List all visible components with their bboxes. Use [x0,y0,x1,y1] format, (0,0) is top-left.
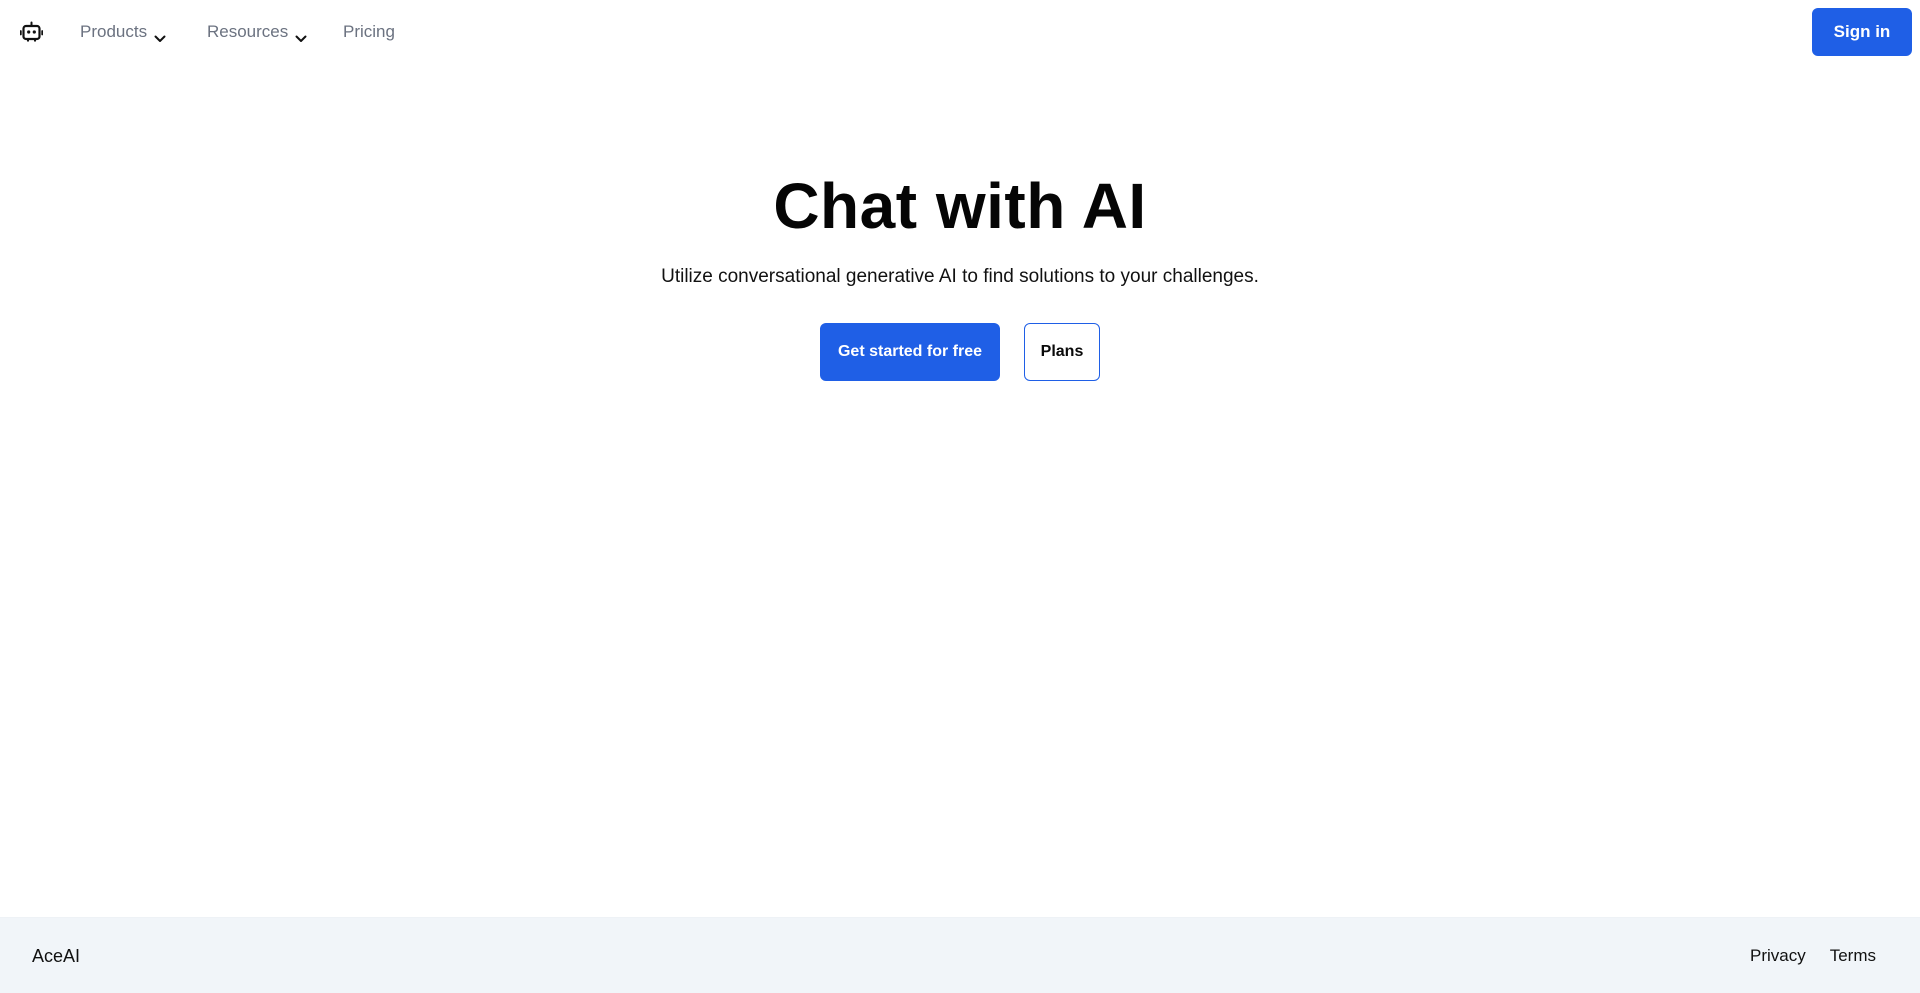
chevron-down-icon [154,28,166,42]
hero-title: Chat with AI [773,170,1147,242]
plans-button[interactable]: Plans [1024,323,1100,381]
footer-brand: AceAI [32,945,81,966]
footer: AceAI Privacy Terms [0,917,1920,993]
top-navbar: Products Resources Pricing Sign in [0,0,1920,64]
page: Products Resources Pricing Sign in Chat … [0,0,1920,993]
privacy-link[interactable]: Privacy [1750,946,1806,966]
chevron-down-icon [295,28,307,42]
nav-products-label: Products [80,22,148,41]
nav-pricing[interactable]: Pricing [343,22,395,42]
main-nav: Products Resources Pricing [80,0,395,64]
hero-subtitle: Utilize conversational generative AI to … [661,266,1259,287]
footer-links: Privacy Terms [1750,918,1876,993]
terms-link[interactable]: Terms [1830,946,1876,966]
nav-resources[interactable]: Resources [207,22,343,42]
hero-section: Chat with AI Utilize conversational gene… [0,160,1920,381]
get-started-button[interactable]: Get started for free [820,323,1000,381]
sign-in-button[interactable]: Sign in [1812,8,1912,56]
nav-products[interactable]: Products [80,22,207,42]
hero-actions: Get started for free Plans [0,323,1920,381]
nav-pricing-label: Pricing [343,22,395,41]
nav-resources-label: Resources [207,22,289,41]
robot-icon[interactable] [19,21,44,43]
